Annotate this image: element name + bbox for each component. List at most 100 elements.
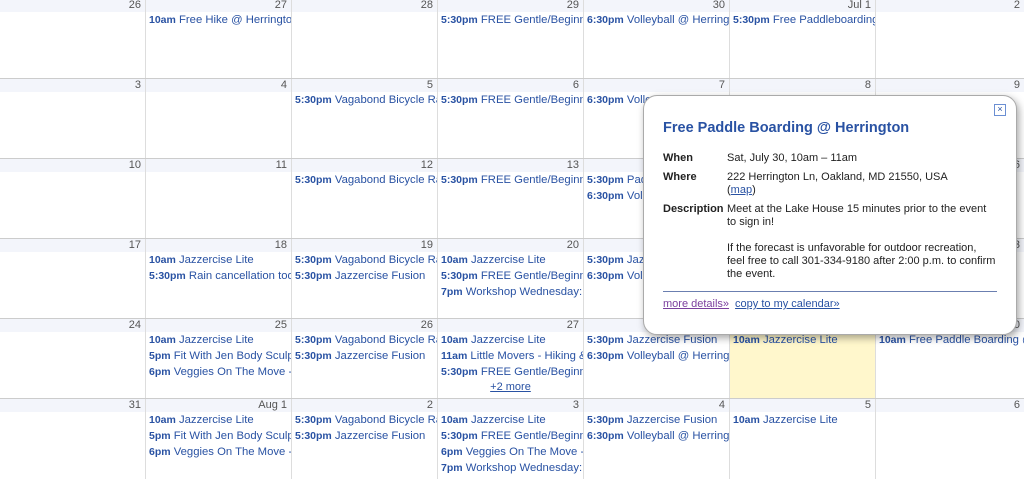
calendar-event[interactable]: 10am Jazzercise Lite [730, 412, 875, 428]
day-number[interactable]: 18 [146, 239, 291, 252]
day-number[interactable]: 25 [146, 319, 291, 332]
calendar-event[interactable]: 10am Free Hike @ Herrington Manor [146, 12, 291, 28]
day-number[interactable]: Aug 1 [146, 399, 291, 412]
day-number[interactable]: 6 [876, 399, 1024, 412]
copy-to-calendar-link[interactable]: copy to my calendar» [735, 298, 840, 310]
day-cell[interactable]: 4 5:30pm Jazzercise Fusion 6:30pm Volleyba… [583, 399, 729, 479]
calendar-event[interactable]: 10am Jazzercise Lite [146, 252, 291, 268]
calendar-event[interactable]: 5:30pm FREE Gentle/Beginner Yoga [438, 12, 583, 28]
calendar-event[interactable]: 10am Jazzercise Lite [438, 412, 583, 428]
day-number[interactable]: 12 [292, 159, 437, 172]
day-cell[interactable]: 11 [145, 159, 291, 239]
calendar-event[interactable]: 11am Little Movers - Hiking & [438, 348, 583, 364]
calendar-event[interactable]: 5:30pm Jazzercise Fusion [292, 348, 437, 364]
day-number[interactable]: Jul 1 [730, 0, 875, 12]
calendar-event[interactable]: 6:30pm Volleyball @ Herrington [584, 428, 729, 444]
day-cell[interactable]: 5 10am Jazzercise Lite [729, 399, 875, 479]
calendar-event[interactable]: 5:30pm FREE Gentle/Beginner Yoga [438, 428, 583, 444]
calendar-event[interactable]: 5:30pm FREE Gentle/Beginner Yoga [438, 172, 583, 188]
day-number[interactable]: 3 [0, 79, 145, 92]
day-cell[interactable]: 2 [875, 0, 1024, 79]
day-cell[interactable]: 265:30pm Vagabond Bicycle Rally5:30pm Ja… [291, 319, 437, 399]
calendar-event[interactable]: 7pm Workshop Wednesday: [438, 460, 583, 476]
day-cell[interactable]: 125:30pm Vagabond Bicycle Rally [291, 159, 437, 239]
map-link[interactable]: map [731, 184, 752, 196]
day-cell[interactable]: 4 [145, 79, 291, 159]
day-cell[interactable]: 31 [0, 399, 145, 479]
day-number[interactable]: 20 [438, 239, 583, 252]
calendar-event[interactable]: 5:30pm FREE Gentle/Beginner Yoga [438, 364, 583, 380]
calendar-event[interactable]: 5:30pm Jazzercise Fusion [584, 412, 729, 428]
day-cell[interactable]: 135:30pm FREE Gentle/Beginner Yoga [437, 159, 583, 239]
day-cell[interactable]: 17 [0, 239, 145, 319]
day-number[interactable]: 27 [438, 319, 583, 332]
day-number[interactable]: 17 [0, 239, 145, 252]
day-cell[interactable]: 55:30pm Vagabond Bicycle Rally [291, 79, 437, 159]
day-cell[interactable]: 28 [291, 0, 437, 79]
calendar-event[interactable]: 10am Jazzercise Lite [438, 252, 583, 268]
day-cell[interactable]: 306:30pm Volleyball @ Herrington [583, 0, 729, 79]
day-number[interactable]: 11 [146, 159, 291, 172]
day-number[interactable]: 26 [292, 319, 437, 332]
day-cell[interactable]: 27 10am Jazzercise Lite 11am Little Movers… [437, 319, 583, 399]
day-cell[interactable]: Aug 1 10am Jazzercise Lite 5pm Fit With Je… [145, 399, 291, 479]
calendar-event[interactable]: 7pm Workshop Wednesday: [438, 284, 583, 300]
day-number[interactable]: 4 [146, 79, 291, 92]
day-number[interactable]: 30 [584, 0, 729, 12]
calendar-event[interactable]: 6:30pm Volleyball @ Herrington [584, 12, 729, 28]
calendar-event[interactable]: 5:30pm Jazzercise Fusion [292, 268, 437, 284]
day-number[interactable]: 26 [0, 0, 145, 12]
calendar-event[interactable]: 5:30pm Vagabond Bicycle Rally [292, 412, 437, 428]
calendar-event[interactable]: 6:30pm Volleyball @ Herrington [584, 348, 729, 364]
day-number[interactable]: 5 [292, 79, 437, 92]
more-details-link[interactable]: more details» [663, 298, 729, 310]
calendar-event[interactable]: 6pm Veggies On The Move - [146, 444, 291, 460]
calendar-event[interactable]: 5:30pm Free Paddleboarding @ [730, 12, 875, 28]
day-number[interactable]: 29 [438, 0, 583, 12]
day-number[interactable]: 13 [438, 159, 583, 172]
day-cell[interactable]: Jul 15:30pm Free Paddleboarding @ [729, 0, 875, 79]
day-number[interactable]: 8 [730, 79, 875, 92]
day-cell[interactable]: 10 [0, 159, 145, 239]
day-number[interactable]: 2 [292, 399, 437, 412]
day-number[interactable]: 24 [0, 319, 145, 332]
day-number[interactable]: 9 [876, 79, 1024, 92]
calendar-event[interactable]: 5:30pm FREE Gentle/Beginner Yoga [438, 92, 583, 108]
calendar-event[interactable]: 5pm Fit With Jen Body Sculpt [146, 428, 291, 444]
day-number[interactable]: 4 [584, 399, 729, 412]
day-number[interactable]: 5 [730, 399, 875, 412]
calendar-event[interactable]: 5:30pm Rain cancellation today [146, 268, 291, 284]
calendar-event[interactable]: 10am Jazzercise Lite [146, 332, 291, 348]
day-cell[interactable]: 3 10am Jazzercise Lite 5:30pm FREE Gentle/… [437, 399, 583, 479]
day-cell[interactable]: 3 [0, 79, 145, 159]
day-cell[interactable]: 25 10am Jazzercise Lite 5pm Fit With Jen B… [145, 319, 291, 399]
day-cell[interactable]: 20 10am Jazzercise Lite 5:30pm FREE Gentle… [437, 239, 583, 319]
day-number[interactable]: 19 [292, 239, 437, 252]
calendar-event[interactable]: 5:30pm Jazzercise Fusion [292, 428, 437, 444]
day-cell[interactable]: 2710am Free Hike @ Herrington Manor [145, 0, 291, 79]
calendar-event[interactable]: 6pm Veggies On The Move - [438, 444, 583, 460]
calendar-event[interactable]: 5:30pm Vagabond Bicycle Rally [292, 252, 437, 268]
calendar-event[interactable]: 5:30pm Vagabond Bicycle Rally [292, 332, 437, 348]
day-number[interactable]: 2 [876, 0, 1024, 12]
day-number[interactable]: 31 [0, 399, 145, 412]
day-cell[interactable]: 18 10am Jazzercise Lite 5:30pm Rain cancel… [145, 239, 291, 319]
calendar-event[interactable]: 5:30pm Vagabond Bicycle Rally [292, 172, 437, 188]
day-number[interactable]: 3 [438, 399, 583, 412]
calendar-event[interactable]: 5:30pm FREE Gentle/Beginner Yoga [438, 268, 583, 284]
day-number[interactable]: 27 [146, 0, 291, 12]
calendar-event[interactable]: 5:30pm Vagabond Bicycle Rally [292, 92, 437, 108]
calendar-event[interactable]: 5pm Fit With Jen Body Sculpt [146, 348, 291, 364]
day-cell[interactable]: 65:30pm FREE Gentle/Beginner Yoga [437, 79, 583, 159]
day-cell[interactable]: 24 [0, 319, 145, 399]
day-number[interactable]: 6 [438, 79, 583, 92]
calendar-event[interactable]: 10am Jazzercise Lite [146, 412, 291, 428]
more-events-link[interactable]: +2 more [438, 380, 583, 394]
close-icon[interactable]: × [994, 104, 1006, 116]
day-cell[interactable]: 6 [875, 399, 1024, 479]
day-number[interactable]: 10 [0, 159, 145, 172]
day-number[interactable]: 7 [584, 79, 729, 92]
day-number[interactable]: 28 [292, 0, 437, 12]
calendar-event[interactable]: 10am Jazzercise Lite [438, 332, 583, 348]
day-cell[interactable]: 195:30pm Vagabond Bicycle Rally5:30pm Ja… [291, 239, 437, 319]
